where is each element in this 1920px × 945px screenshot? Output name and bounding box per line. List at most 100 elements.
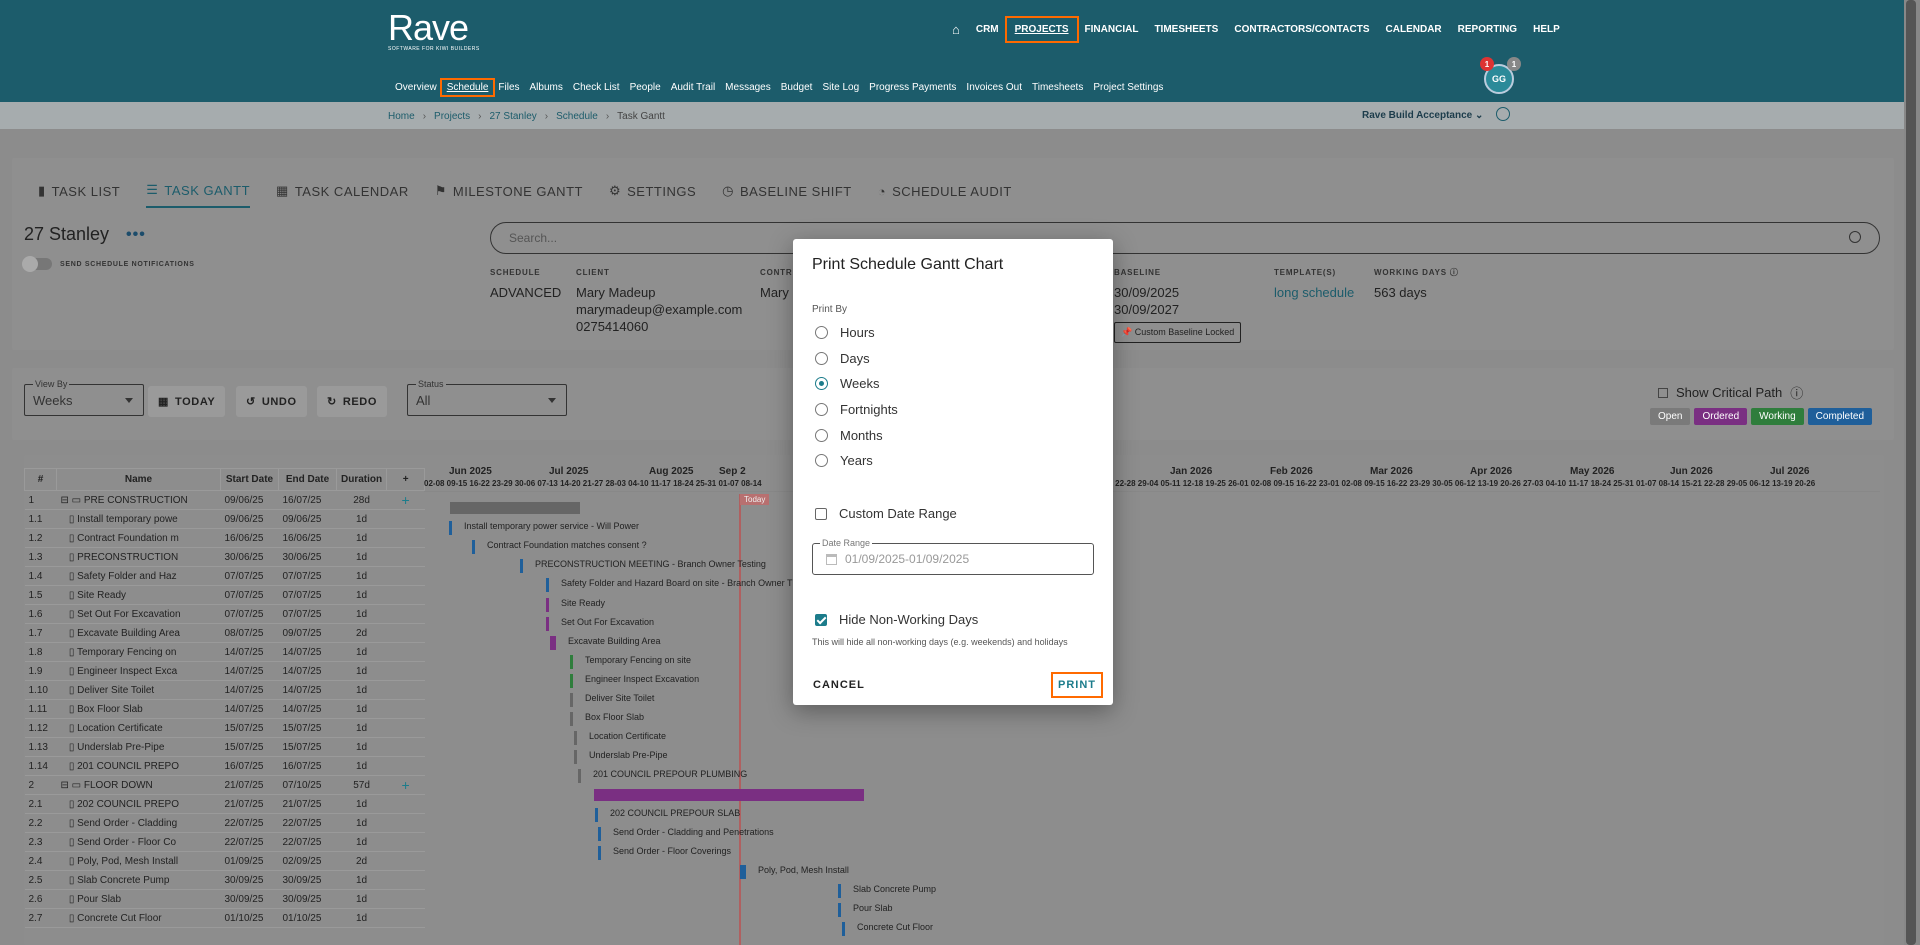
undo-button[interactable]: ↺ UNDO [236,386,307,417]
baseline-locked-badge[interactable]: 📌 Custom Baseline Locked [1114,322,1242,343]
add-task-icon[interactable]: + [386,468,426,491]
option-fortnights[interactable]: Fortnights [815,402,898,417]
custom-range-checkbox[interactable]: Custom Date Range [815,506,957,521]
critical-path-checkbox[interactable] [1658,387,1668,398]
gantt-bar[interactable] [842,922,845,937]
add-subtask-icon[interactable]: + [386,490,425,510]
hide-nonworking-checkbox[interactable]: Hide Non-Working Days [815,612,978,627]
subnav-check-list[interactable]: Check List [568,80,625,95]
count-badge[interactable]: 1 [1507,57,1521,71]
table-row[interactable]: 1.14 ▯ 201 COUNCIL PREPO 16/07/25 16/07/25… [24,756,425,776]
checkbox-checked[interactable] [815,613,827,626]
add-subtask-icon[interactable]: + [386,775,425,795]
tab-task-list[interactable]: ▮ TASK LIST [38,182,120,208]
subnav-budget[interactable]: Budget [776,80,818,95]
nav-calendar[interactable]: CALENDAR [1378,18,1450,41]
crumb-schedule[interactable]: Schedule [556,111,598,122]
table-row[interactable]: 1.7 ▯ Excavate Building Area 08/07/25 09/0… [24,623,425,643]
option-years[interactable]: Years [815,453,873,468]
date-range-field[interactable]: Date Range 01/09/2025-01/09/2025 [812,538,1094,575]
gantt-bar[interactable] [450,502,580,514]
critical-path-toggle[interactable]: Show Critical Path ⓘ [1658,383,1803,402]
table-row[interactable]: 1.13 ▯ Underslab Pre-Pipe 15/07/25 15/07/2… [24,737,425,757]
table-row[interactable]: 1.2 ▯ Contract Foundation m 16/06/25 16/06… [24,528,425,548]
gantt-bar[interactable] [570,654,573,669]
option-days[interactable]: Days [815,351,870,366]
print-button[interactable]: PRINT [1051,672,1103,698]
subnav-albums[interactable]: Albums [525,80,568,95]
search-input[interactable]: Search... [490,222,1880,254]
table-row[interactable]: 2.5 ▯ Slab Concrete Pump 30/09/25 30/09/25… [24,870,425,890]
radio-button[interactable] [815,429,828,442]
gantt-bar[interactable] [546,616,549,631]
subnav-site-log[interactable]: Site Log [817,80,864,95]
tab-task-calendar[interactable]: ▦ TASK CALENDAR [276,182,409,208]
alert-badge[interactable]: 1 [1480,57,1494,71]
notifications-toggle[interactable] [22,256,52,272]
radio-button[interactable] [815,403,828,416]
gantt-bar[interactable] [838,903,841,918]
gantt-bar[interactable] [595,807,598,822]
table-row[interactable]: 1.4 ▯ Safety Folder and Haz 07/07/25 07/07… [24,566,425,586]
account-selector[interactable]: Rave Build Acceptance ⌄ [1362,110,1483,121]
gantt-bar[interactable] [598,826,601,841]
client-email[interactable]: marymadeup@example.com [576,301,742,318]
nav-timesheets[interactable]: TIMESHEETS [1146,18,1226,41]
clock-icon[interactable] [1496,107,1510,121]
subnav-progress-payments[interactable]: Progress Payments [864,80,961,95]
subnav-people[interactable]: People [625,80,666,95]
subnav-timesheets[interactable]: Timesheets [1027,80,1088,95]
gantt-bar[interactable] [740,864,746,879]
nav-contractors[interactable]: CONTRACTORS/CONTACTS [1226,18,1377,41]
tab-settings[interactable]: ⚙ SETTINGS [609,182,696,208]
gantt-bar[interactable] [594,788,864,801]
gantt-bar[interactable] [546,597,549,612]
radio-button[interactable] [815,352,828,365]
table-row[interactable]: 1.9 ▯ Engineer Inspect Exca 14/07/25 14/07… [24,661,425,681]
option-hours[interactable]: Hours [815,325,875,340]
table-row[interactable]: 2 ⊟ ▭ FLOOR DOWN 21/07/25 07/10/25 57d + [24,775,425,795]
table-row[interactable]: 1.5 ▯ Site Ready 07/07/25 07/07/25 1d [24,585,425,605]
home-icon[interactable]: ⌂ [944,18,968,41]
tab-task-gantt[interactable]: ☰ TASK GANTT [146,182,251,208]
help-icon[interactable]: ⓘ [1790,383,1803,402]
gantt-bar[interactable] [570,693,573,707]
table-row[interactable]: 1.6 ▯ Set Out For Excavation 07/07/25 07/0… [24,604,425,624]
radio-button[interactable] [815,454,828,467]
crumb-home[interactable]: Home [388,111,415,122]
nav-financial[interactable]: FINANCIAL [1077,18,1147,41]
gantt-bar[interactable] [574,731,577,746]
table-row[interactable]: 2.3 ▯ Send Order - Floor Co 22/07/25 22/07… [24,832,425,852]
table-row[interactable]: 1.8 ▯ Temporary Fencing on 14/07/25 14/07/… [24,642,425,662]
tab-schedule-audit[interactable]: ◔ SCHEDULE AUDIT [878,182,1012,208]
table-row[interactable]: 1.12 ▯ Location Certificate 15/07/25 15/07… [24,718,425,738]
today-button[interactable]: ▦ TODAY [148,386,226,417]
nav-help[interactable]: HELP [1525,18,1568,41]
view-by-select[interactable]: View By Weeks [24,379,144,416]
option-months[interactable]: Months [815,428,883,443]
table-row[interactable]: 1.1 ▯ Install temporary powe 09/06/25 09/0… [24,509,425,529]
gantt-bar[interactable] [570,712,573,727]
subnav-messages[interactable]: Messages [720,80,776,95]
crumb-project[interactable]: 27 Stanley [490,111,537,122]
gantt-bar[interactable] [546,578,549,593]
cancel-button[interactable]: CANCEL [813,679,865,691]
gantt-bar[interactable] [550,635,556,650]
subnav-invoices-out[interactable]: Invoices Out [961,80,1027,95]
scrollbar-thumb[interactable] [1906,0,1916,945]
gantt-bar[interactable] [472,540,475,555]
status-select[interactable]: Status All [407,379,567,416]
table-row[interactable]: 2.1 ▯ 202 COUNCIL PREPO 21/07/25 21/07/25 1… [24,794,425,814]
subnav-audit-trail[interactable]: Audit Trail [666,80,720,95]
table-row[interactable]: 2.2 ▯ Send Order - Cladding 22/07/25 22/07… [24,813,425,833]
radio-button-selected[interactable] [815,377,828,390]
radio-button[interactable] [815,326,828,339]
help-icon[interactable]: ⓘ [1450,268,1459,277]
checkbox[interactable] [815,507,827,520]
table-row[interactable]: 1.10 ▯ Deliver Site Toilet 14/07/25 14/07/… [24,680,425,700]
table-row[interactable]: 1.11 ▯ Box Floor Slab 14/07/25 14/07/25 1d [24,699,425,719]
gantt-bar[interactable] [578,769,581,784]
redo-button[interactable]: ↻ REDO [317,386,388,417]
table-row[interactable]: 1 ⊟ ▭ PRE CONSTRUCTION 09/06/25 16/07/25 28d… [24,490,425,510]
gantt-bar[interactable] [520,559,523,574]
